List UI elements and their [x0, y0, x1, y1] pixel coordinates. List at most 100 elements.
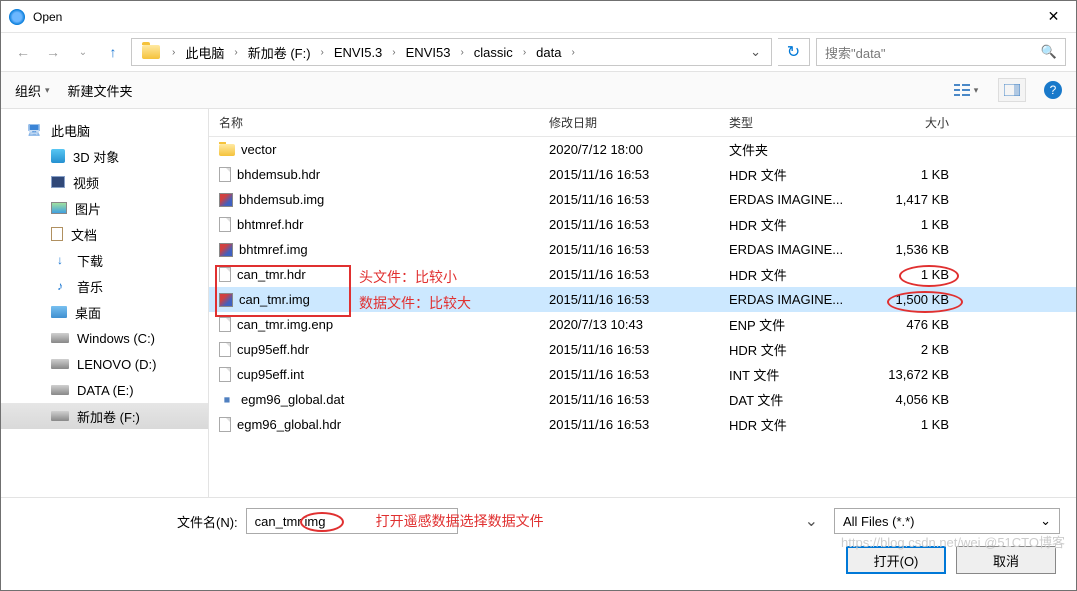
address-bar: ← → ⌄ ↑ › 此电脑 › 新加卷 (F:) › ENVI5.3 › ENV…: [1, 33, 1076, 71]
breadcrumb-item[interactable]: 新加卷 (F:): [244, 43, 315, 62]
nav-desktop[interactable]: 桌面: [1, 299, 208, 325]
nav-drive-e[interactable]: DATA (E:): [1, 377, 208, 403]
film-icon: [51, 176, 65, 188]
dropdown-icon[interactable]: ⌄: [744, 44, 767, 60]
nav-videos[interactable]: 视频: [1, 169, 208, 195]
drive-icon: [51, 411, 69, 421]
chevron-right-icon: ›: [567, 47, 578, 58]
col-date[interactable]: 修改日期: [539, 114, 719, 131]
file-icon: [219, 167, 231, 182]
new-folder-button[interactable]: 新建文件夹: [68, 81, 133, 100]
list-body[interactable]: vector2020/7/12 18:00文件夹 bhdemsub.hdr 2015…: [209, 137, 1076, 497]
cube-icon: [51, 149, 65, 163]
file-row[interactable]: egm96_global.hdr2015/11/16 16:53HDR 文件1 …: [209, 412, 1076, 437]
search-input[interactable]: 搜索"data" 🔍: [816, 38, 1066, 66]
view-options-button[interactable]: ▾: [952, 78, 980, 102]
body: 🖥此电脑 3D 对象 视频 图片 文档 ↓下载 ♪音乐 桌面 Windows (…: [1, 109, 1076, 497]
file-row[interactable]: egm96_global.dat2015/11/16 16:53DAT 文件4,…: [209, 387, 1076, 412]
file-date: 2015/11/16 16:53: [539, 342, 719, 357]
photo-icon: [51, 202, 67, 214]
refresh-button[interactable]: ↻: [778, 38, 810, 66]
file-date: 2015/11/16 16:53: [539, 217, 719, 232]
file-icon: [219, 193, 233, 207]
file-type: HDR 文件: [719, 340, 869, 359]
breadcrumb-item[interactable]: data: [532, 45, 565, 60]
open-dialog: Open ✕ ← → ⌄ ↑ › 此电脑 › 新加卷 (F:) › ENVI5.…: [0, 0, 1077, 591]
watermark: https://blog.csdn.net/wei @51CTO博客: [841, 532, 1065, 551]
file-name: can_tmr.img.enp: [237, 317, 333, 332]
file-filter[interactable]: All Files (*.*)⌄: [834, 508, 1060, 534]
file-size: 1,500 KB: [869, 292, 959, 307]
file-type: HDR 文件: [719, 165, 869, 184]
nav-pictures[interactable]: 图片: [1, 195, 208, 221]
drive-icon: [51, 385, 69, 395]
search-placeholder: 搜索"data": [825, 43, 886, 62]
chevron-right-icon: ›: [388, 47, 399, 58]
filename-input[interactable]: [246, 508, 458, 534]
file-name: egm96_global.dat: [241, 392, 344, 407]
nav-downloads[interactable]: ↓下载: [1, 247, 208, 273]
file-row[interactable]: vector2020/7/12 18:00文件夹: [209, 137, 1076, 162]
file-size: 2 KB: [869, 342, 959, 357]
help-button[interactable]: ?: [1044, 81, 1062, 99]
file-name: cup95eff.hdr: [237, 342, 309, 357]
recent-dropdown[interactable]: ⌄: [71, 40, 95, 64]
file-size: 1,417 KB: [869, 192, 959, 207]
file-size: 1 KB: [869, 417, 959, 432]
chevron-right-icon: ›: [230, 47, 241, 58]
col-name[interactable]: 名称: [209, 114, 539, 131]
drive-icon: [51, 333, 69, 343]
file-row[interactable]: can_tmr.hdr2015/11/16 16:53HDR 文件1 KB: [209, 262, 1076, 287]
doc-icon: [51, 227, 63, 241]
file-date: 2015/11/16 16:53: [539, 192, 719, 207]
file-row[interactable]: can_tmr.img2015/11/16 16:53ERDAS IMAGINE…: [209, 287, 1076, 312]
file-date: 2015/11/16 16:53: [539, 167, 719, 182]
breadcrumb[interactable]: › 此电脑 › 新加卷 (F:) › ENVI5.3 › ENVI53 › cl…: [131, 38, 772, 66]
breadcrumb-item[interactable]: ENVI53: [402, 45, 455, 60]
col-size[interactable]: 大小: [869, 114, 959, 131]
chevron-right-icon: ›: [317, 47, 328, 58]
organize-button[interactable]: 组织▾: [15, 81, 50, 100]
nav-drive-f[interactable]: 新加卷 (F:): [1, 403, 208, 429]
forward-button[interactable]: →: [41, 40, 65, 64]
file-size: 4,056 KB: [869, 392, 959, 407]
file-row[interactable]: can_tmr.img.enp2020/7/13 10:43ENP 文件476 …: [209, 312, 1076, 337]
file-name: bhdemsub.hdr: [237, 167, 320, 182]
file-icon: [219, 267, 231, 282]
file-row[interactable]: bhtmref.hdr2015/11/16 16:53HDR 文件1 KB: [209, 212, 1076, 237]
nav-music[interactable]: ♪音乐: [1, 273, 208, 299]
file-row[interactable]: bhdemsub.img2015/11/16 16:53ERDAS IMAGIN…: [209, 187, 1076, 212]
file-row[interactable]: bhdemsub.hdr2015/11/16 16:53HDR 文件1 KB: [209, 162, 1076, 187]
file-row[interactable]: bhtmref.img2015/11/16 16:53ERDAS IMAGINE…: [209, 237, 1076, 262]
file-date: 2015/11/16 16:53: [539, 242, 719, 257]
file-row[interactable]: cup95eff.int2015/11/16 16:53INT 文件13,672…: [209, 362, 1076, 387]
sidebar: 🖥此电脑 3D 对象 视频 图片 文档 ↓下载 ♪音乐 桌面 Windows (…: [1, 109, 209, 497]
file-type: ERDAS IMAGINE...: [719, 242, 869, 257]
file-size: 476 KB: [869, 317, 959, 332]
breadcrumb-item[interactable]: 此电脑: [181, 43, 228, 62]
file-name: bhdemsub.img: [239, 192, 324, 207]
col-type[interactable]: 类型: [719, 114, 869, 131]
file-row[interactable]: cup95eff.hdr 2015/11/16 16:53HDR 文件2 KB: [209, 337, 1076, 362]
nav-drive-d[interactable]: LENOVO (D:): [1, 351, 208, 377]
preview-pane-button[interactable]: [998, 78, 1026, 102]
file-type: HDR 文件: [719, 415, 869, 434]
file-name: egm96_global.hdr: [237, 417, 341, 432]
close-button[interactable]: ✕: [1031, 8, 1076, 25]
file-type: DAT 文件: [719, 390, 869, 409]
file-type: INT 文件: [719, 365, 869, 384]
up-button[interactable]: ↑: [101, 40, 125, 64]
file-icon: [219, 293, 233, 307]
back-button[interactable]: ←: [11, 40, 35, 64]
file-type: 文件夹: [719, 140, 869, 159]
file-icon: [219, 417, 231, 432]
nav-3d-objects[interactable]: 3D 对象: [1, 143, 208, 169]
nav-documents[interactable]: 文档: [1, 221, 208, 247]
breadcrumb-item[interactable]: ENVI5.3: [330, 45, 386, 60]
file-date: 2020/7/13 10:43: [539, 317, 719, 332]
nav-drive-c[interactable]: Windows (C:): [1, 325, 208, 351]
toolbar: 组织▾ 新建文件夹 ▾ ?: [1, 71, 1076, 109]
breadcrumb-item[interactable]: classic: [470, 45, 517, 60]
chevron-down-icon: ⌄: [1040, 513, 1051, 529]
nav-this-pc[interactable]: 🖥此电脑: [1, 117, 208, 143]
